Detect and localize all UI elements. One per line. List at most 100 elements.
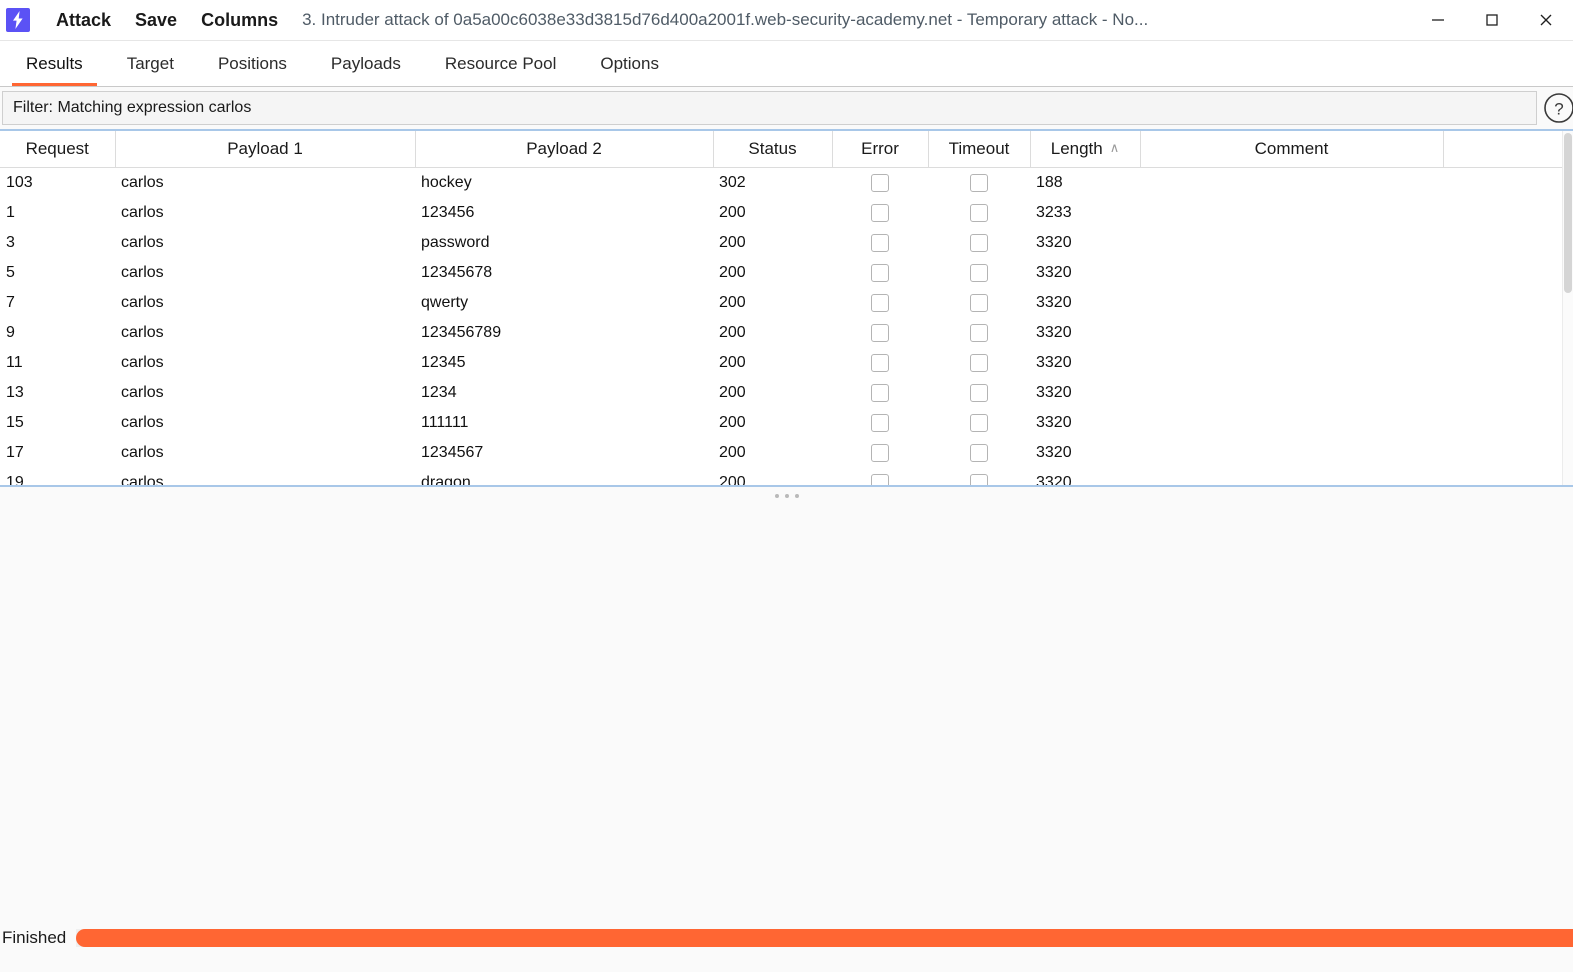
minimize-icon[interactable] — [1411, 0, 1465, 40]
column-header-status[interactable]: Status — [713, 131, 833, 168]
svg-text:?: ? — [1554, 100, 1563, 119]
pane-splitter[interactable] — [0, 485, 1573, 505]
error-checkbox[interactable] — [871, 233, 889, 252]
column-header-payload2[interactable]: Payload 2 — [415, 131, 714, 168]
results-vertical-scrollbar[interactable] — [1562, 131, 1573, 485]
cell-error[interactable] — [832, 378, 928, 408]
tab-resource-pool[interactable]: Resource Pool — [423, 41, 579, 86]
cell-timeout[interactable] — [928, 198, 1030, 228]
tab-payloads[interactable]: Payloads — [309, 41, 423, 86]
close-icon[interactable] — [1519, 0, 1573, 40]
cell-timeout[interactable] — [928, 378, 1030, 408]
cell-spacer — [1443, 438, 1563, 468]
intruder-tab-bar: Results Target Positions Payloads Resour… — [0, 41, 1573, 87]
cell-error[interactable] — [832, 318, 928, 348]
cell-request: 15 — [6, 414, 24, 431]
table-row[interactable]: 13 carlos 1234 200 3320 — [0, 378, 1563, 408]
cell-comment — [1140, 258, 1443, 288]
cell-status: 200 — [719, 324, 746, 341]
table-row[interactable]: 17 carlos 1234567 200 3320 — [0, 438, 1563, 468]
cell-comment — [1140, 168, 1443, 199]
menu-save[interactable]: Save — [123, 0, 189, 40]
error-checkbox[interactable] — [871, 293, 889, 312]
column-header-error[interactable]: Error — [832, 131, 929, 168]
cell-status: 200 — [719, 444, 746, 461]
timeout-checkbox[interactable] — [970, 233, 988, 252]
cell-spacer — [1443, 378, 1563, 408]
cell-error[interactable] — [832, 258, 928, 288]
cell-error[interactable] — [832, 228, 928, 258]
column-header-spacer — [1443, 131, 1564, 168]
cell-timeout[interactable] — [928, 228, 1030, 258]
cell-request: 19 — [6, 474, 24, 485]
timeout-checkbox[interactable] — [970, 173, 988, 192]
header-label: Error — [861, 139, 899, 158]
cell-timeout[interactable] — [928, 168, 1030, 199]
cell-error[interactable] — [832, 288, 928, 318]
scrollbar-thumb[interactable] — [1564, 133, 1572, 293]
table-row[interactable]: 103 carlos hockey 302 188 — [0, 168, 1563, 199]
cell-timeout[interactable] — [928, 258, 1030, 288]
error-checkbox[interactable] — [871, 263, 889, 282]
cell-error[interactable] — [832, 198, 928, 228]
cell-timeout[interactable] — [928, 348, 1030, 378]
error-checkbox[interactable] — [871, 383, 889, 402]
cell-payload1: carlos — [121, 234, 164, 251]
help-circle-icon[interactable]: ? — [1541, 90, 1573, 126]
tab-results[interactable]: Results — [4, 41, 105, 86]
error-checkbox[interactable] — [871, 473, 889, 485]
cell-timeout[interactable] — [928, 438, 1030, 468]
table-row[interactable]: 19 carlos dragon 200 3320 — [0, 468, 1563, 485]
timeout-checkbox[interactable] — [970, 443, 988, 462]
cell-comment — [1140, 438, 1443, 468]
menu-attack[interactable]: Attack — [44, 0, 123, 40]
cell-error[interactable] — [832, 438, 928, 468]
error-checkbox[interactable] — [871, 203, 889, 222]
attack-status-label: Finished — [2, 928, 67, 947]
column-header-length[interactable]: Length ∧ — [1030, 131, 1141, 168]
error-checkbox[interactable] — [871, 323, 889, 342]
cell-error[interactable] — [832, 468, 928, 485]
column-header-payload1[interactable]: Payload 1 — [115, 131, 416, 168]
error-checkbox[interactable] — [871, 173, 889, 192]
timeout-checkbox[interactable] — [970, 383, 988, 402]
table-row[interactable]: 5 carlos 12345678 200 3320 — [0, 258, 1563, 288]
cell-timeout[interactable] — [928, 318, 1030, 348]
cell-spacer — [1443, 348, 1563, 378]
error-checkbox[interactable] — [871, 443, 889, 462]
table-row[interactable]: 1 carlos 123456 200 3233 — [0, 198, 1563, 228]
cell-timeout[interactable] — [928, 408, 1030, 438]
tab-options[interactable]: Options — [578, 41, 681, 86]
maximize-icon[interactable] — [1465, 0, 1519, 40]
timeout-checkbox[interactable] — [970, 293, 988, 312]
cell-timeout[interactable] — [928, 288, 1030, 318]
cell-error[interactable] — [832, 348, 928, 378]
table-row[interactable]: 3 carlos password 200 3320 — [0, 228, 1563, 258]
column-header-timeout[interactable]: Timeout — [928, 131, 1031, 168]
menu-columns[interactable]: Columns — [189, 0, 290, 40]
cell-payload1: carlos — [121, 294, 164, 311]
column-header-comment[interactable]: Comment — [1140, 131, 1444, 168]
error-checkbox[interactable] — [871, 353, 889, 372]
cell-error[interactable] — [832, 168, 928, 199]
error-checkbox[interactable] — [871, 413, 889, 432]
timeout-checkbox[interactable] — [970, 263, 988, 282]
cell-timeout[interactable] — [928, 468, 1030, 485]
filter-expression-field[interactable]: Filter: Matching expression carlos — [2, 91, 1537, 125]
tab-positions[interactable]: Positions — [196, 41, 309, 86]
tab-target[interactable]: Target — [105, 41, 196, 86]
timeout-checkbox[interactable] — [970, 353, 988, 372]
timeout-checkbox[interactable] — [970, 203, 988, 222]
table-row[interactable]: 15 carlos 111111 200 3320 — [0, 408, 1563, 438]
timeout-checkbox[interactable] — [970, 473, 988, 485]
column-header-request[interactable]: Request — [0, 131, 116, 168]
table-row[interactable]: 11 carlos 12345 200 3320 — [0, 348, 1563, 378]
table-row[interactable]: 7 carlos qwerty 200 3320 — [0, 288, 1563, 318]
tab-label: Positions — [217, 53, 287, 73]
timeout-checkbox[interactable] — [970, 413, 988, 432]
cell-payload2: 111111 — [421, 414, 469, 431]
cell-error[interactable] — [832, 408, 928, 438]
table-row[interactable]: 9 carlos 123456789 200 3320 — [0, 318, 1563, 348]
timeout-checkbox[interactable] — [970, 323, 988, 342]
cell-payload2: 123456 — [421, 204, 475, 221]
